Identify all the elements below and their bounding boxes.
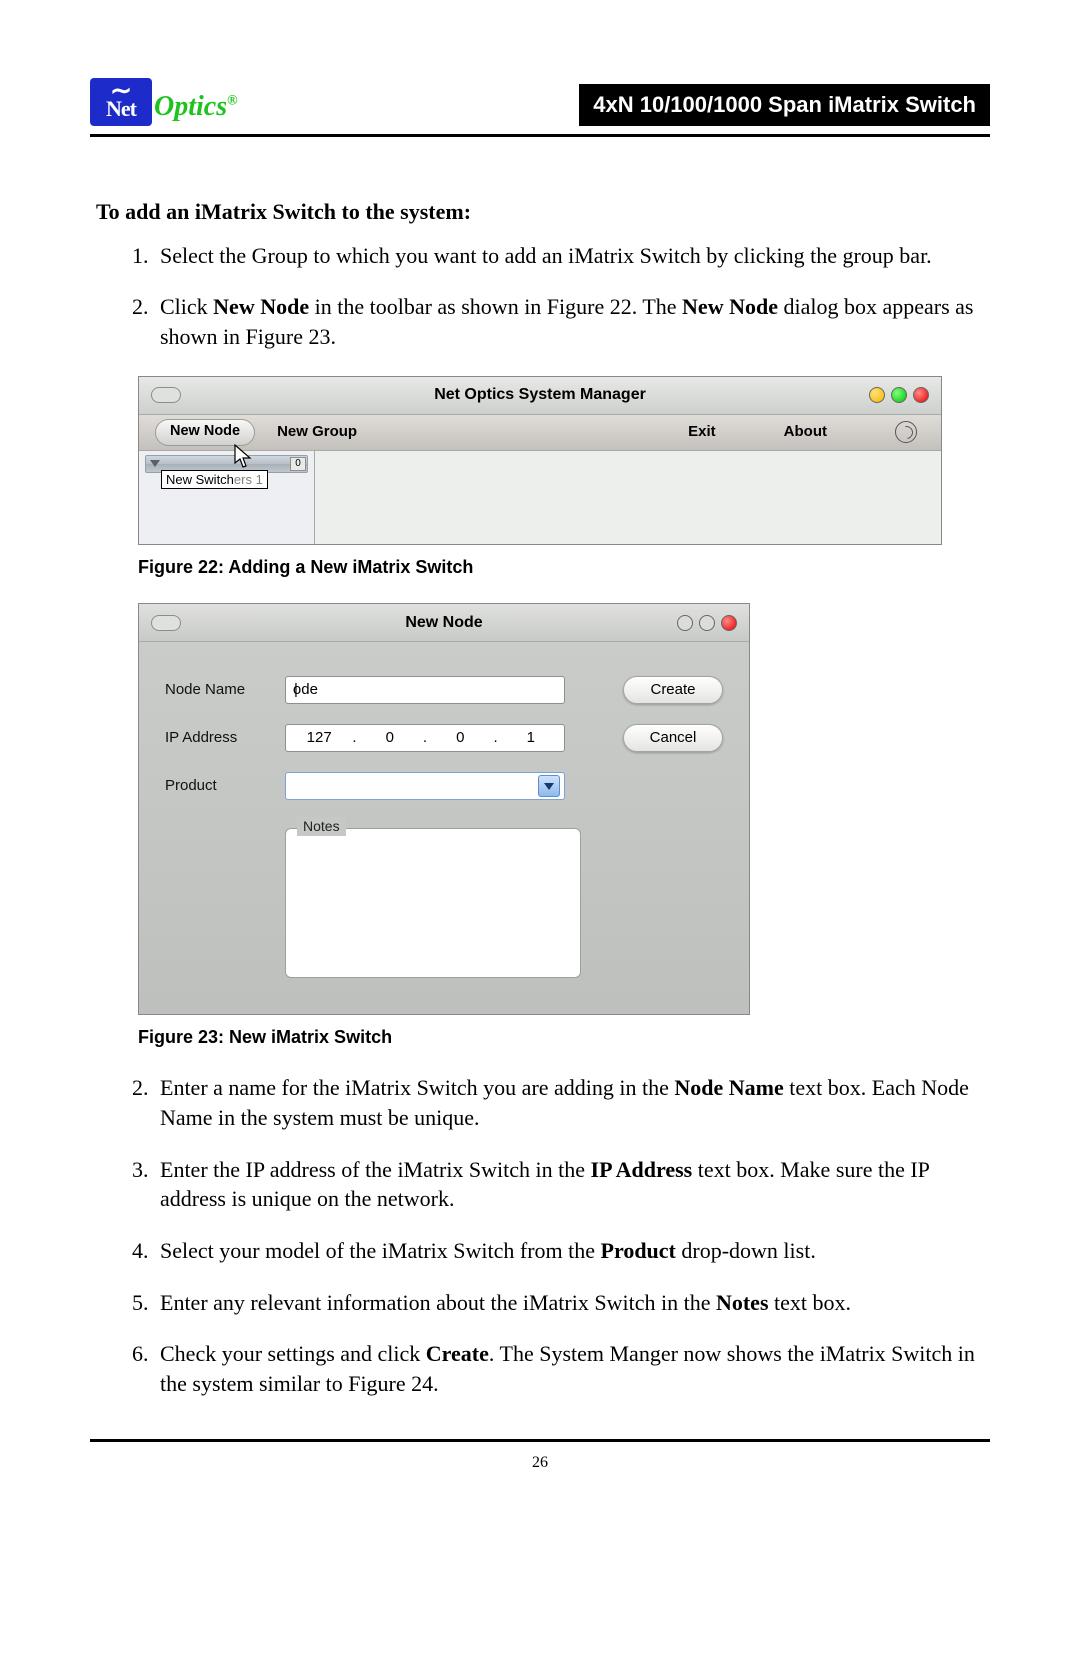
- exit-button[interactable]: Exit: [688, 422, 716, 442]
- ip-octet-4[interactable]: 1: [498, 728, 564, 748]
- doc-title-bar: 4xN 10/100/1000 Span iMatrix Switch: [579, 84, 990, 126]
- product-label: Product: [165, 776, 285, 796]
- cancel-button[interactable]: Cancel: [623, 724, 723, 752]
- sidebar-badge: 0: [290, 457, 306, 471]
- new-node-button[interactable]: New Node: [155, 419, 255, 446]
- step-b-5: Enter any relevant information about the…: [154, 1288, 984, 1318]
- main-panel: [315, 451, 941, 544]
- minimize-icon: [677, 615, 693, 631]
- ip-octet-3[interactable]: 0: [427, 728, 493, 748]
- chevron-down-icon[interactable]: [538, 775, 560, 797]
- notes-textarea[interactable]: [285, 828, 581, 978]
- step-b-3: Enter the IP address of the iMatrix Swit…: [154, 1155, 984, 1214]
- refresh-icon[interactable]: [895, 421, 917, 443]
- notes-label: Notes: [297, 817, 346, 836]
- about-button[interactable]: About: [784, 422, 827, 442]
- step-1: Select the Group to which you want to ad…: [154, 241, 984, 271]
- create-button[interactable]: Create: [623, 676, 723, 704]
- logo: ∼ Net Optics®: [90, 78, 238, 126]
- step-2: Click New Node in the toolbar as shown i…: [154, 292, 984, 351]
- footer-rule: [90, 1439, 990, 1442]
- node-name-label: Node Name: [165, 680, 285, 700]
- window-title: Net Optics System Manager: [139, 384, 941, 406]
- new-group-button[interactable]: New Group: [277, 422, 357, 442]
- window-controls[interactable]: [677, 615, 737, 631]
- ip-octet-2[interactable]: 0: [357, 728, 423, 748]
- zoom-icon: [699, 615, 715, 631]
- figure-22-caption: Figure 22: Adding a New iMatrix Switch: [138, 555, 984, 579]
- step-b-2: Enter a name for the iMatrix Switch you …: [154, 1073, 984, 1132]
- window-titlebar: Net Optics System Manager: [139, 377, 941, 415]
- dialog-titlebar: New Node: [139, 604, 749, 642]
- steps-list-a: Select the Group to which you want to ad…: [154, 241, 984, 352]
- page-number: 26: [90, 1452, 990, 1474]
- ip-address-input[interactable]: 127. 0. 0. 1: [285, 724, 565, 752]
- steps-list-b: Enter a name for the iMatrix Switch you …: [154, 1073, 984, 1399]
- close-icon[interactable]: [721, 615, 737, 631]
- minimize-icon[interactable]: [869, 387, 885, 403]
- chevron-down-icon: [150, 460, 160, 467]
- header-rule: [90, 134, 990, 137]
- section-heading: To add an iMatrix Switch to the system:: [96, 197, 984, 227]
- cursor-icon: [233, 444, 253, 476]
- close-icon[interactable]: [913, 387, 929, 403]
- logo-text-net: Net: [106, 98, 136, 120]
- figure-23-screenshot: New Node Node Name |ode Create IP Addres…: [138, 603, 750, 1015]
- figure-22-screenshot: Net Optics System Manager New Node New G…: [138, 376, 942, 545]
- node-name-value: ode: [293, 680, 318, 700]
- logo-text-optics: Optics®: [154, 88, 238, 126]
- logo-mark: ∼ Net: [90, 78, 152, 126]
- toolbar: New Node New Group Exit About: [139, 415, 941, 451]
- figure-23-caption: Figure 23: New iMatrix Switch: [138, 1025, 984, 1049]
- product-select[interactable]: [285, 772, 565, 800]
- dialog-title: New Node: [139, 612, 749, 634]
- window-controls[interactable]: [869, 387, 929, 403]
- ip-octet-1[interactable]: 127: [286, 728, 352, 748]
- page-header: ∼ Net Optics® 4xN 10/100/1000 Span iMatr…: [90, 78, 990, 126]
- sidebar: 0 New Switchers 1: [139, 451, 315, 544]
- step-b-6: Check your settings and click Create. Th…: [154, 1339, 984, 1398]
- ip-address-label: IP Address: [165, 728, 285, 748]
- zoom-icon[interactable]: [891, 387, 907, 403]
- step-b-4: Select your model of the iMatrix Switch …: [154, 1236, 984, 1266]
- node-name-input[interactable]: |ode: [285, 676, 565, 704]
